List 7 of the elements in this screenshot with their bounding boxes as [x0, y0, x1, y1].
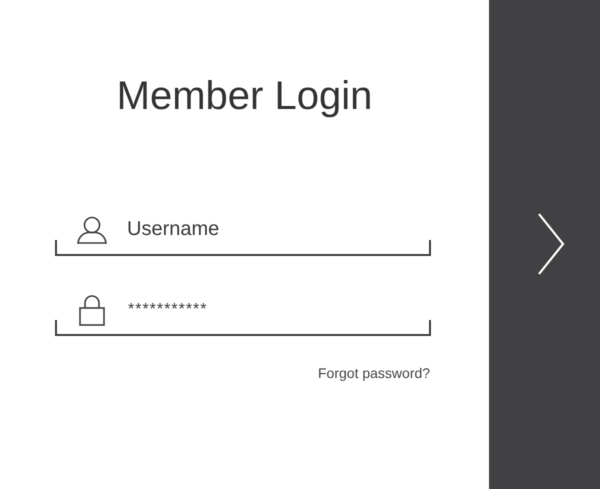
lock-icon: [79, 294, 105, 326]
next-chevron-icon[interactable]: [536, 212, 564, 274]
login-title: Member Login: [116, 73, 372, 120]
forgot-password-link[interactable]: Forgot password?: [318, 364, 430, 382]
password-input[interactable]: ***********: [128, 300, 378, 320]
user-icon: [77, 216, 107, 244]
username-input[interactable]: Username: [127, 217, 377, 241]
